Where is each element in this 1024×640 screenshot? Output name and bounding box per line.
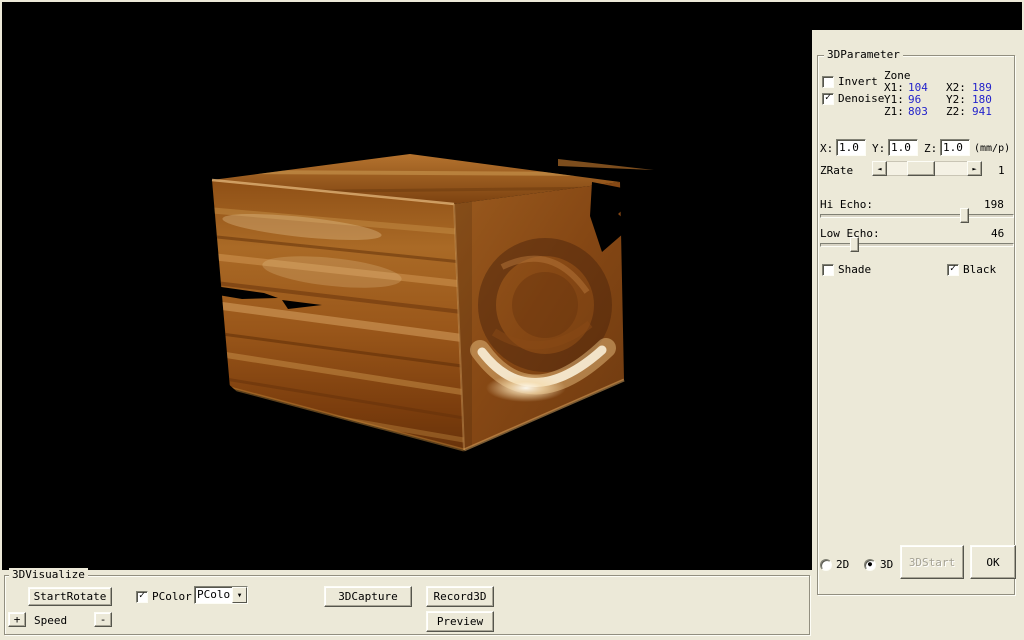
zrate-scrollbar[interactable]: ◄ ► <box>872 161 982 176</box>
zone-box: Zone X1:104X2:189 Y1:96Y2:180 Z1:803Z2:9… <box>884 70 1016 118</box>
checkmark-icon: ✓ <box>825 93 831 103</box>
speed-plus-button[interactable]: + <box>8 612 26 627</box>
zone-z1-value: 803 <box>908 106 946 118</box>
shade-checkbox[interactable]: Shade <box>822 263 871 276</box>
speed-minus-button[interactable]: - <box>94 612 112 627</box>
black-label: Black <box>963 263 996 276</box>
scroll-left-button[interactable]: ◄ <box>872 161 887 176</box>
scroll-left-icon: ◄ <box>877 165 881 173</box>
hi-echo-label: Hi Echo: <box>820 198 873 211</box>
shade-label: Shade <box>838 263 871 276</box>
denoise-checkbox[interactable]: ✓ Denoise <box>822 92 884 105</box>
hi-echo-value: 198 <box>984 198 1004 211</box>
ok-button[interactable]: OK <box>970 545 1016 579</box>
low-echo-value: 46 <box>991 227 1004 240</box>
scroll-right-icon: ► <box>972 165 976 173</box>
scale-unit-label: (mm/p) <box>974 143 1010 154</box>
visualize-panel: 3DVisualize StartRotate ✓ PColor PColor … <box>2 570 812 638</box>
zrate-scrollbar-track[interactable] <box>887 161 967 176</box>
scroll-right-button[interactable]: ► <box>967 161 982 176</box>
capture-3d-button[interactable]: 3DCapture <box>324 586 412 607</box>
scale-z-input[interactable] <box>940 139 970 156</box>
zone-z2-value: 941 <box>972 106 1010 118</box>
checkmark-icon: ✓ <box>950 264 956 274</box>
scale-x-input[interactable] <box>836 139 866 156</box>
mode-2d-radio[interactable]: 2D <box>820 558 849 571</box>
pcolor-dropdown-value: PColor <box>195 587 232 603</box>
scale-y-input[interactable] <box>888 139 918 156</box>
pcolor-checkbox[interactable]: ✓ PColor <box>136 590 192 603</box>
start-rotate-button[interactable]: StartRotate <box>28 587 112 606</box>
mode-2d-radio-circle <box>820 559 832 571</box>
parameter-groupbox: 3DParameter <box>817 55 1015 595</box>
hi-echo-slider-thumb[interactable] <box>960 208 969 223</box>
preview-button[interactable]: Preview <box>426 611 494 632</box>
zone-z2-label: Z2: <box>946 106 972 118</box>
chevron-down-icon: ▼ <box>238 592 242 599</box>
zone-z1-label: Z1: <box>884 106 908 118</box>
zrate-scrollbar-thumb[interactable] <box>907 161 935 176</box>
zrate-label: ZRate <box>820 164 853 177</box>
low-echo-slider-thumb[interactable] <box>850 237 859 252</box>
ultrasound-volume <box>2 2 812 570</box>
invert-label: Invert <box>838 75 878 88</box>
zrate-value: 1 <box>998 164 1005 177</box>
denoise-label: Denoise <box>838 92 884 105</box>
scale-y-label: Y: <box>872 142 885 155</box>
mode-3d-radio-circle: ● <box>864 559 876 571</box>
visualize-group-title: 3DVisualize <box>9 568 88 581</box>
pcolor-dropdown[interactable]: PColor ▼ <box>194 586 248 604</box>
top-right-strip <box>812 2 1022 30</box>
parameter-panel: 3DParameter Invert ✓ Denoise Zone X1:104… <box>812 30 1022 638</box>
parameter-group-title: 3DParameter <box>824 48 903 61</box>
invert-checkbox[interactable]: Invert <box>822 75 878 88</box>
pcolor-checkbox-label: PColor <box>152 590 192 603</box>
record-3d-button[interactable]: Record3D <box>426 586 494 607</box>
start-3d-button[interactable]: 3DStart <box>900 545 964 579</box>
black-checkbox-box: ✓ <box>947 264 959 276</box>
black-checkbox[interactable]: ✓ Black <box>947 263 996 276</box>
mode-3d-label: 3D <box>880 558 893 571</box>
pcolor-checkbox-box: ✓ <box>136 591 148 603</box>
radio-dot-icon: ● <box>868 561 872 568</box>
speed-label: Speed <box>34 614 67 627</box>
zone-row-z: Z1:803Z2:941 <box>884 106 1016 118</box>
checkmark-icon: ✓ <box>139 591 145 601</box>
scale-x-label: X: <box>820 142 833 155</box>
mode-2d-label: 2D <box>836 558 849 571</box>
denoise-checkbox-box: ✓ <box>822 93 834 105</box>
mode-3d-radio[interactable]: ● 3D <box>864 558 893 571</box>
scale-z-label: Z: <box>924 142 937 155</box>
render-viewport[interactable] <box>2 2 812 570</box>
dropdown-arrow-button[interactable]: ▼ <box>232 587 247 603</box>
shade-checkbox-box <box>822 264 834 276</box>
hi-echo-slider-track[interactable] <box>820 214 1014 218</box>
invert-checkbox-box <box>822 76 834 88</box>
